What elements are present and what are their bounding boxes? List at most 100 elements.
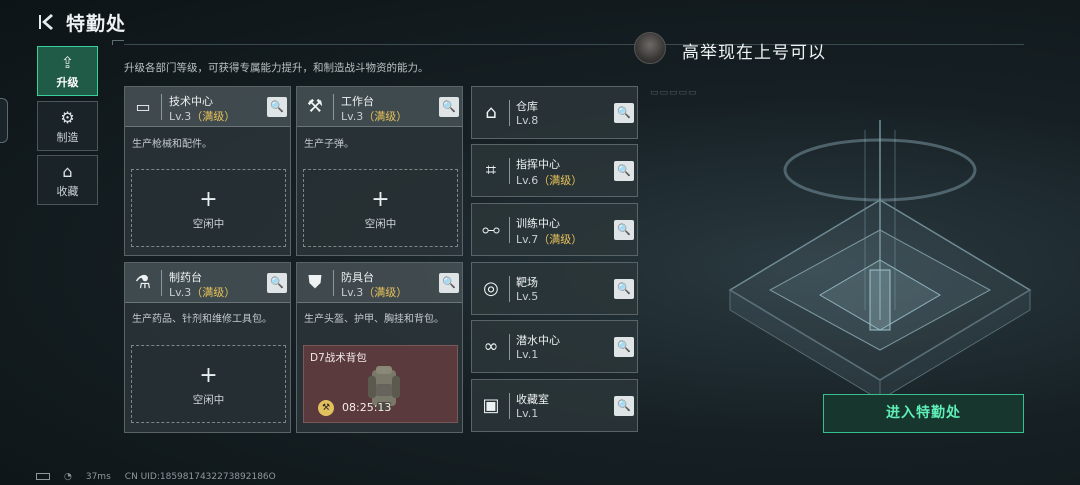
ping-value: 37ms — [85, 472, 111, 482]
warehouse-icon: ⌂ — [485, 102, 497, 123]
monitor-icon: ▭ — [135, 97, 151, 116]
department-level: Lv.3（满级） — [341, 286, 408, 299]
production-item-name: D7战术背包 — [310, 352, 367, 364]
search-icon[interactable]: 🔍 — [614, 161, 634, 181]
card-header: ⚒ 工作台 Lv.3（满级） 🔍 — [297, 87, 462, 127]
department-name: 技术中心 — [169, 95, 213, 108]
tab-collection-label: 收藏 — [56, 185, 79, 198]
status-footer: ◔ 37ms CN UID:1859817432273892186O — [36, 472, 290, 482]
search-icon[interactable]: 🔍 — [267, 273, 287, 293]
facility-name: 收藏室 — [516, 393, 549, 406]
production-slot-empty[interactable]: + 空闲中 — [303, 169, 458, 247]
tools-icon: ⚒ — [306, 96, 324, 117]
search-icon[interactable]: 🔍 — [439, 97, 459, 117]
back-button[interactable] — [36, 10, 60, 34]
search-icon[interactable]: 🔍 — [439, 273, 459, 293]
department-level: Lv.3（满级） — [169, 110, 236, 123]
tab-craft-label: 制造 — [56, 131, 79, 144]
chat-message: 高举现在上号可以 — [682, 43, 826, 63]
tab-craft[interactable]: ⚙ 制造 — [37, 101, 98, 151]
gear-icon: ⚙ — [60, 108, 75, 127]
search-icon[interactable]: 🔍 — [614, 396, 634, 416]
production-slot-active[interactable]: D7战术背包 ⚒ 08:25:13 — [303, 345, 458, 423]
divider — [509, 334, 510, 360]
divider — [509, 158, 510, 184]
battery-icon — [36, 473, 50, 480]
display-case-icon: ▣ — [482, 395, 500, 416]
facility-name: 潜水中心 — [516, 334, 560, 347]
production-slot-empty[interactable]: + 空闲中 — [131, 345, 286, 423]
divider — [509, 393, 510, 419]
plus-icon: + — [371, 187, 390, 212]
department-level: Lv.3（满级） — [341, 110, 408, 123]
facility-level: Lv.6（满级） — [516, 174, 583, 187]
department-description: 生产子弹。 — [304, 139, 354, 150]
facility-level: Lv.5 — [516, 290, 539, 303]
card-header: ⚗ 制药台 Lv.3（满级） 🔍 — [125, 263, 290, 303]
department-description: 生产头盔、护甲、胸挂和背包。 — [304, 314, 444, 325]
department-description: 生产药品、针剂和维修工具包。 — [132, 314, 272, 325]
page-subtitle: 升级各部门等级，可获得专属能力提升，和制造战斗物资的能力。 — [124, 62, 429, 74]
production-timer: 08:25:13 — [342, 401, 392, 414]
facility-name: 训练中心 — [516, 217, 560, 230]
department-card-pharmacy[interactable]: ⚗ 制药台 Lv.3（满级） 🔍 生产药品、针剂和维修工具包。 + 空闲中 — [124, 262, 291, 433]
facility-level: Lv.1 — [516, 407, 539, 420]
department-card-tech-center[interactable]: ▭ 技术中心 Lv.3（满级） 🔍 生产枪械和配件。 + 空闲中 — [124, 86, 291, 256]
facility-card-diving-center[interactable]: ∞ 潜水中心 Lv.1 🔍 — [471, 320, 638, 373]
divider — [161, 270, 162, 296]
divider — [509, 217, 510, 243]
diving-mask-icon: ∞ — [483, 336, 499, 357]
tab-upgrade-label: 升级 — [56, 76, 79, 89]
header-decoration — [112, 40, 124, 45]
production-slot-empty[interactable]: + 空闲中 — [131, 169, 286, 247]
search-icon[interactable]: 🔍 — [614, 279, 634, 299]
facility-card-shooting-range[interactable]: ◎ 靶场 Lv.5 🔍 — [471, 262, 638, 315]
department-name: 防具台 — [341, 271, 374, 284]
facility-card-command-center[interactable]: ⌗ 指挥中心 Lv.6（满级） 🔍 — [471, 144, 638, 197]
divider — [333, 270, 334, 296]
facility-name: 指挥中心 — [516, 158, 560, 171]
slot-status: 空闲中 — [192, 394, 225, 406]
facility-level: Lv.7（满级） — [516, 233, 583, 246]
chip-icon: ⌗ — [485, 160, 497, 181]
facility-level: Lv.8 — [516, 114, 539, 127]
search-icon[interactable]: 🔍 — [614, 337, 634, 357]
plus-icon: + — [199, 363, 218, 388]
slot-status: 空闲中 — [364, 218, 397, 230]
facility-name: 仓库 — [516, 100, 538, 113]
collection-icon: ⌂ — [62, 162, 73, 181]
facility-card-warehouse[interactable]: ⌂ 仓库 Lv.8 🔍 — [471, 86, 638, 139]
facility-card-collection-room[interactable]: ▣ 收藏室 Lv.1 🔍 — [471, 379, 638, 432]
tab-upgrade[interactable]: ⇪ 升级 — [37, 46, 98, 96]
slot-status: 空闲中 — [192, 218, 225, 230]
hud-decoration: ▭▭▭▭▭ — [650, 88, 698, 98]
microscope-icon: ⚗ — [134, 272, 152, 293]
divider — [161, 94, 162, 120]
dumbbell-icon: ⧟ — [482, 219, 500, 240]
search-icon[interactable]: 🔍 — [614, 103, 634, 123]
avatar[interactable] — [634, 32, 666, 64]
divider — [509, 276, 510, 302]
department-name: 工作台 — [341, 95, 374, 108]
wifi-icon: ◔ — [64, 472, 72, 482]
tab-collection[interactable]: ⌂ 收藏 — [37, 155, 98, 205]
search-icon[interactable]: 🔍 — [267, 97, 287, 117]
facility-card-training-center[interactable]: ⧟ 训练中心 Lv.7（满级） 🔍 — [471, 203, 638, 256]
facility-name: 靶场 — [516, 276, 538, 289]
enter-special-ops-button[interactable]: 进入特勤处 — [823, 394, 1024, 433]
user-uid: CN UID:1859817432273892186O — [124, 472, 276, 482]
divider — [333, 94, 334, 120]
timer-icon: ⚒ — [318, 400, 334, 416]
card-header: ▭ 技术中心 Lv.3（满级） 🔍 — [125, 87, 290, 127]
card-header: ⛊ 防具台 Lv.3（满级） 🔍 — [297, 263, 462, 303]
header-divider — [124, 44, 1024, 45]
department-card-armor[interactable]: ⛊ 防具台 Lv.3（满级） 🔍 生产头盔、护甲、胸挂和背包。 D7战术背包 ⚒… — [296, 262, 463, 433]
search-icon[interactable]: 🔍 — [614, 220, 634, 240]
divider — [509, 100, 510, 126]
target-icon: ◎ — [483, 278, 499, 299]
department-card-workbench[interactable]: ⚒ 工作台 Lv.3（满级） 🔍 生产子弹。 + 空闲中 — [296, 86, 463, 256]
armor-icon: ⛊ — [308, 272, 322, 293]
side-drawer-handle[interactable] — [0, 98, 8, 143]
department-level: Lv.3（满级） — [169, 286, 236, 299]
page-title: 特勤处 — [66, 13, 127, 35]
